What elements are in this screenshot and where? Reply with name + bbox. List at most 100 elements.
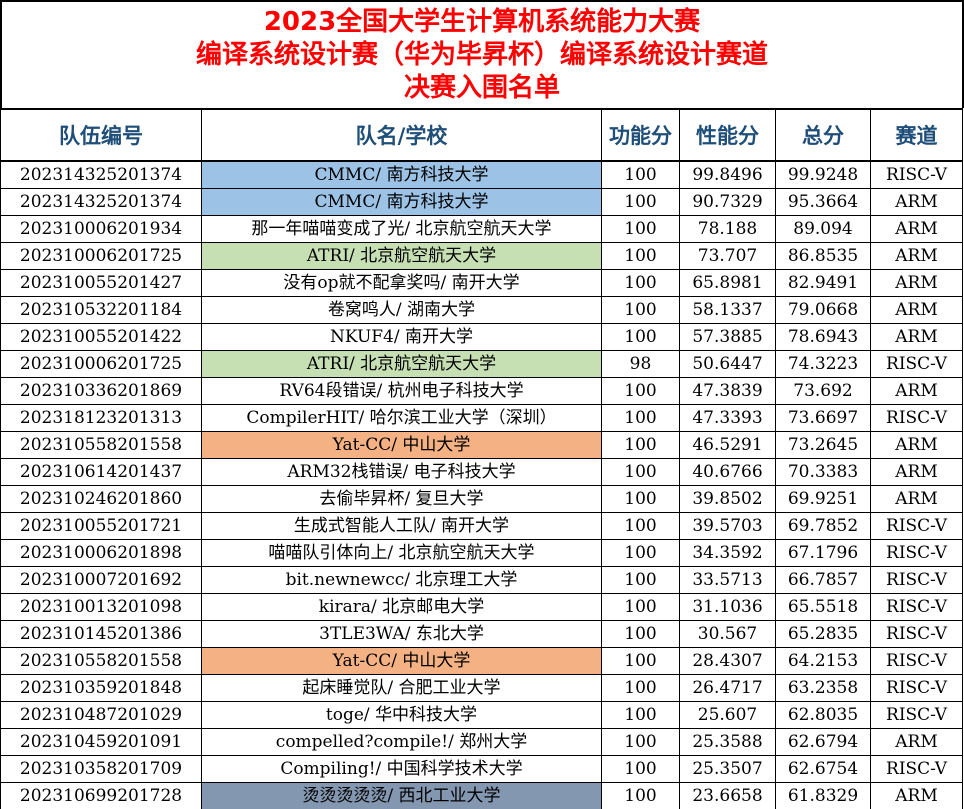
cell-performance-score[interactable]: 50.6447 xyxy=(679,350,776,378)
cell-function-score[interactable]: 100 xyxy=(601,242,680,270)
cell-function-score[interactable]: 100 xyxy=(601,485,680,513)
cell-track[interactable]: ARM xyxy=(870,782,963,809)
cell-function-score[interactable]: 100 xyxy=(601,296,680,324)
cell-total-score[interactable]: 78.6943 xyxy=(775,323,871,351)
cell-team-name[interactable]: Yat-CC/ 中山大学 xyxy=(201,431,602,459)
cell-performance-score[interactable]: 57.3885 xyxy=(679,323,776,351)
cell-total-score[interactable]: 62.6794 xyxy=(775,728,871,756)
cell-performance-score[interactable]: 47.3839 xyxy=(679,377,776,405)
cell-performance-score[interactable]: 23.6658 xyxy=(679,782,776,809)
cell-track[interactable]: ARM xyxy=(870,188,963,216)
cell-total-score[interactable]: 65.5518 xyxy=(775,593,871,621)
cell-team-id[interactable]: 202314325201374 xyxy=(0,188,202,216)
cell-performance-score[interactable]: 26.4717 xyxy=(679,674,776,702)
cell-total-score[interactable]: 63.2358 xyxy=(775,674,871,702)
cell-team-name[interactable]: ATRI/ 北京航空航天大学 xyxy=(201,242,602,270)
cell-team-id[interactable]: 202310055201422 xyxy=(0,323,202,351)
cell-performance-score[interactable]: 47.3393 xyxy=(679,404,776,432)
cell-team-name[interactable]: 起床睡觉队/ 合肥工业大学 xyxy=(201,674,602,702)
cell-track[interactable]: ARM xyxy=(870,485,963,513)
cell-performance-score[interactable]: 58.1337 xyxy=(679,296,776,324)
cell-team-id[interactable]: 202310459201091 xyxy=(0,728,202,756)
cell-track[interactable]: RISC-V xyxy=(870,647,963,675)
cell-function-score[interactable]: 100 xyxy=(601,323,680,351)
cell-team-name[interactable]: 去偷毕昇杯/ 复旦大学 xyxy=(201,485,602,513)
cell-function-score[interactable]: 100 xyxy=(601,188,680,216)
cell-total-score[interactable]: 70.3383 xyxy=(775,458,871,486)
cell-performance-score[interactable]: 30.567 xyxy=(679,620,776,648)
cell-performance-score[interactable]: 46.5291 xyxy=(679,431,776,459)
cell-total-score[interactable]: 62.6754 xyxy=(775,755,871,783)
cell-team-name[interactable]: NKUF4/ 南开大学 xyxy=(201,323,602,351)
cell-team-name[interactable]: bit.newnewcc/ 北京理工大学 xyxy=(201,566,602,594)
cell-total-score[interactable]: 86.8535 xyxy=(775,242,871,270)
cell-team-id[interactable]: 202318123201313 xyxy=(0,404,202,432)
cell-track[interactable]: ARM xyxy=(870,242,963,270)
cell-total-score[interactable]: 89.094 xyxy=(775,215,871,243)
cell-function-score[interactable]: 100 xyxy=(601,674,680,702)
cell-performance-score[interactable]: 73.707 xyxy=(679,242,776,270)
cell-track[interactable]: RISC-V xyxy=(870,701,963,729)
cell-team-name[interactable]: 喵喵队引体向上/ 北京航空航天大学 xyxy=(201,539,602,567)
cell-team-id[interactable]: 202310699201728 xyxy=(0,782,202,809)
cell-function-score[interactable]: 100 xyxy=(601,404,680,432)
cell-performance-score[interactable]: 90.7329 xyxy=(679,188,776,216)
cell-team-id[interactable]: 202310614201437 xyxy=(0,458,202,486)
cell-function-score[interactable]: 100 xyxy=(601,431,680,459)
cell-performance-score[interactable]: 25.607 xyxy=(679,701,776,729)
cell-total-score[interactable]: 69.7852 xyxy=(775,512,871,540)
cell-function-score[interactable]: 100 xyxy=(601,215,680,243)
cell-track[interactable]: RISC-V xyxy=(870,350,963,378)
cell-total-score[interactable]: 73.6697 xyxy=(775,404,871,432)
cell-team-name[interactable]: 那一年喵喵变成了光/ 北京航空航天大学 xyxy=(201,215,602,243)
cell-total-score[interactable]: 79.0668 xyxy=(775,296,871,324)
header-function-score[interactable]: 功能分 xyxy=(601,108,680,162)
cell-track[interactable]: RISC-V xyxy=(870,674,963,702)
cell-team-name[interactable]: compelled?compile!/ 郑州大学 xyxy=(201,728,602,756)
cell-team-id[interactable]: 202310006201725 xyxy=(0,242,202,270)
cell-team-name[interactable]: 卷窝鸣人/ 湖南大学 xyxy=(201,296,602,324)
cell-total-score[interactable]: 73.692 xyxy=(775,377,871,405)
cell-team-name[interactable]: CMMC/ 南方科技大学 xyxy=(201,160,602,189)
cell-total-score[interactable]: 61.8329 xyxy=(775,782,871,809)
cell-function-score[interactable]: 100 xyxy=(601,377,680,405)
cell-team-name[interactable]: kirara/ 北京邮电大学 xyxy=(201,593,602,621)
cell-team-id[interactable]: 202310246201860 xyxy=(0,485,202,513)
cell-team-name[interactable]: toge/ 华中科技大学 xyxy=(201,701,602,729)
cell-function-score[interactable]: 100 xyxy=(601,539,680,567)
cell-team-name[interactable]: ARM32栈错误/ 电子科技大学 xyxy=(201,458,602,486)
cell-team-id[interactable]: 202310487201029 xyxy=(0,701,202,729)
cell-function-score[interactable]: 100 xyxy=(601,701,680,729)
cell-total-score[interactable]: 62.8035 xyxy=(775,701,871,729)
cell-track[interactable]: ARM xyxy=(870,458,963,486)
cell-total-score[interactable]: 64.2153 xyxy=(775,647,871,675)
cell-function-score[interactable]: 100 xyxy=(601,512,680,540)
cell-track[interactable]: RISC-V xyxy=(870,539,963,567)
cell-function-score[interactable]: 100 xyxy=(601,160,680,189)
cell-team-name[interactable]: Yat-CC/ 中山大学 xyxy=(201,647,602,675)
cell-team-id[interactable]: 202310006201934 xyxy=(0,215,202,243)
cell-function-score[interactable]: 100 xyxy=(601,620,680,648)
cell-track[interactable]: RISC-V xyxy=(870,512,963,540)
cell-performance-score[interactable]: 33.5713 xyxy=(679,566,776,594)
cell-team-name[interactable]: CompilerHIT/ 哈尔滨工业大学（深圳） xyxy=(201,404,602,432)
cell-track[interactable]: ARM xyxy=(870,269,963,297)
cell-performance-score[interactable]: 25.3588 xyxy=(679,728,776,756)
cell-function-score[interactable]: 100 xyxy=(601,728,680,756)
cell-track[interactable]: RISC-V xyxy=(870,620,963,648)
cell-team-name[interactable]: 烫烫烫烫烫/ 西北工业大学 xyxy=(201,782,602,809)
cell-total-score[interactable]: 65.2835 xyxy=(775,620,871,648)
header-track[interactable]: 赛道 xyxy=(870,108,963,162)
cell-function-score[interactable]: 100 xyxy=(601,269,680,297)
cell-team-id[interactable]: 202310007201692 xyxy=(0,566,202,594)
cell-performance-score[interactable]: 99.8496 xyxy=(679,160,776,189)
cell-function-score[interactable]: 100 xyxy=(601,593,680,621)
cell-track[interactable]: RISC-V xyxy=(870,593,963,621)
cell-track[interactable]: RISC-V xyxy=(870,755,963,783)
cell-performance-score[interactable]: 28.4307 xyxy=(679,647,776,675)
cell-team-id[interactable]: 202310532201184 xyxy=(0,296,202,324)
cell-total-score[interactable]: 99.9248 xyxy=(775,160,871,189)
cell-track[interactable]: ARM xyxy=(870,323,963,351)
cell-track[interactable]: ARM xyxy=(870,296,963,324)
cell-team-name[interactable]: 没有op就不配拿奖吗/ 南开大学 xyxy=(201,269,602,297)
